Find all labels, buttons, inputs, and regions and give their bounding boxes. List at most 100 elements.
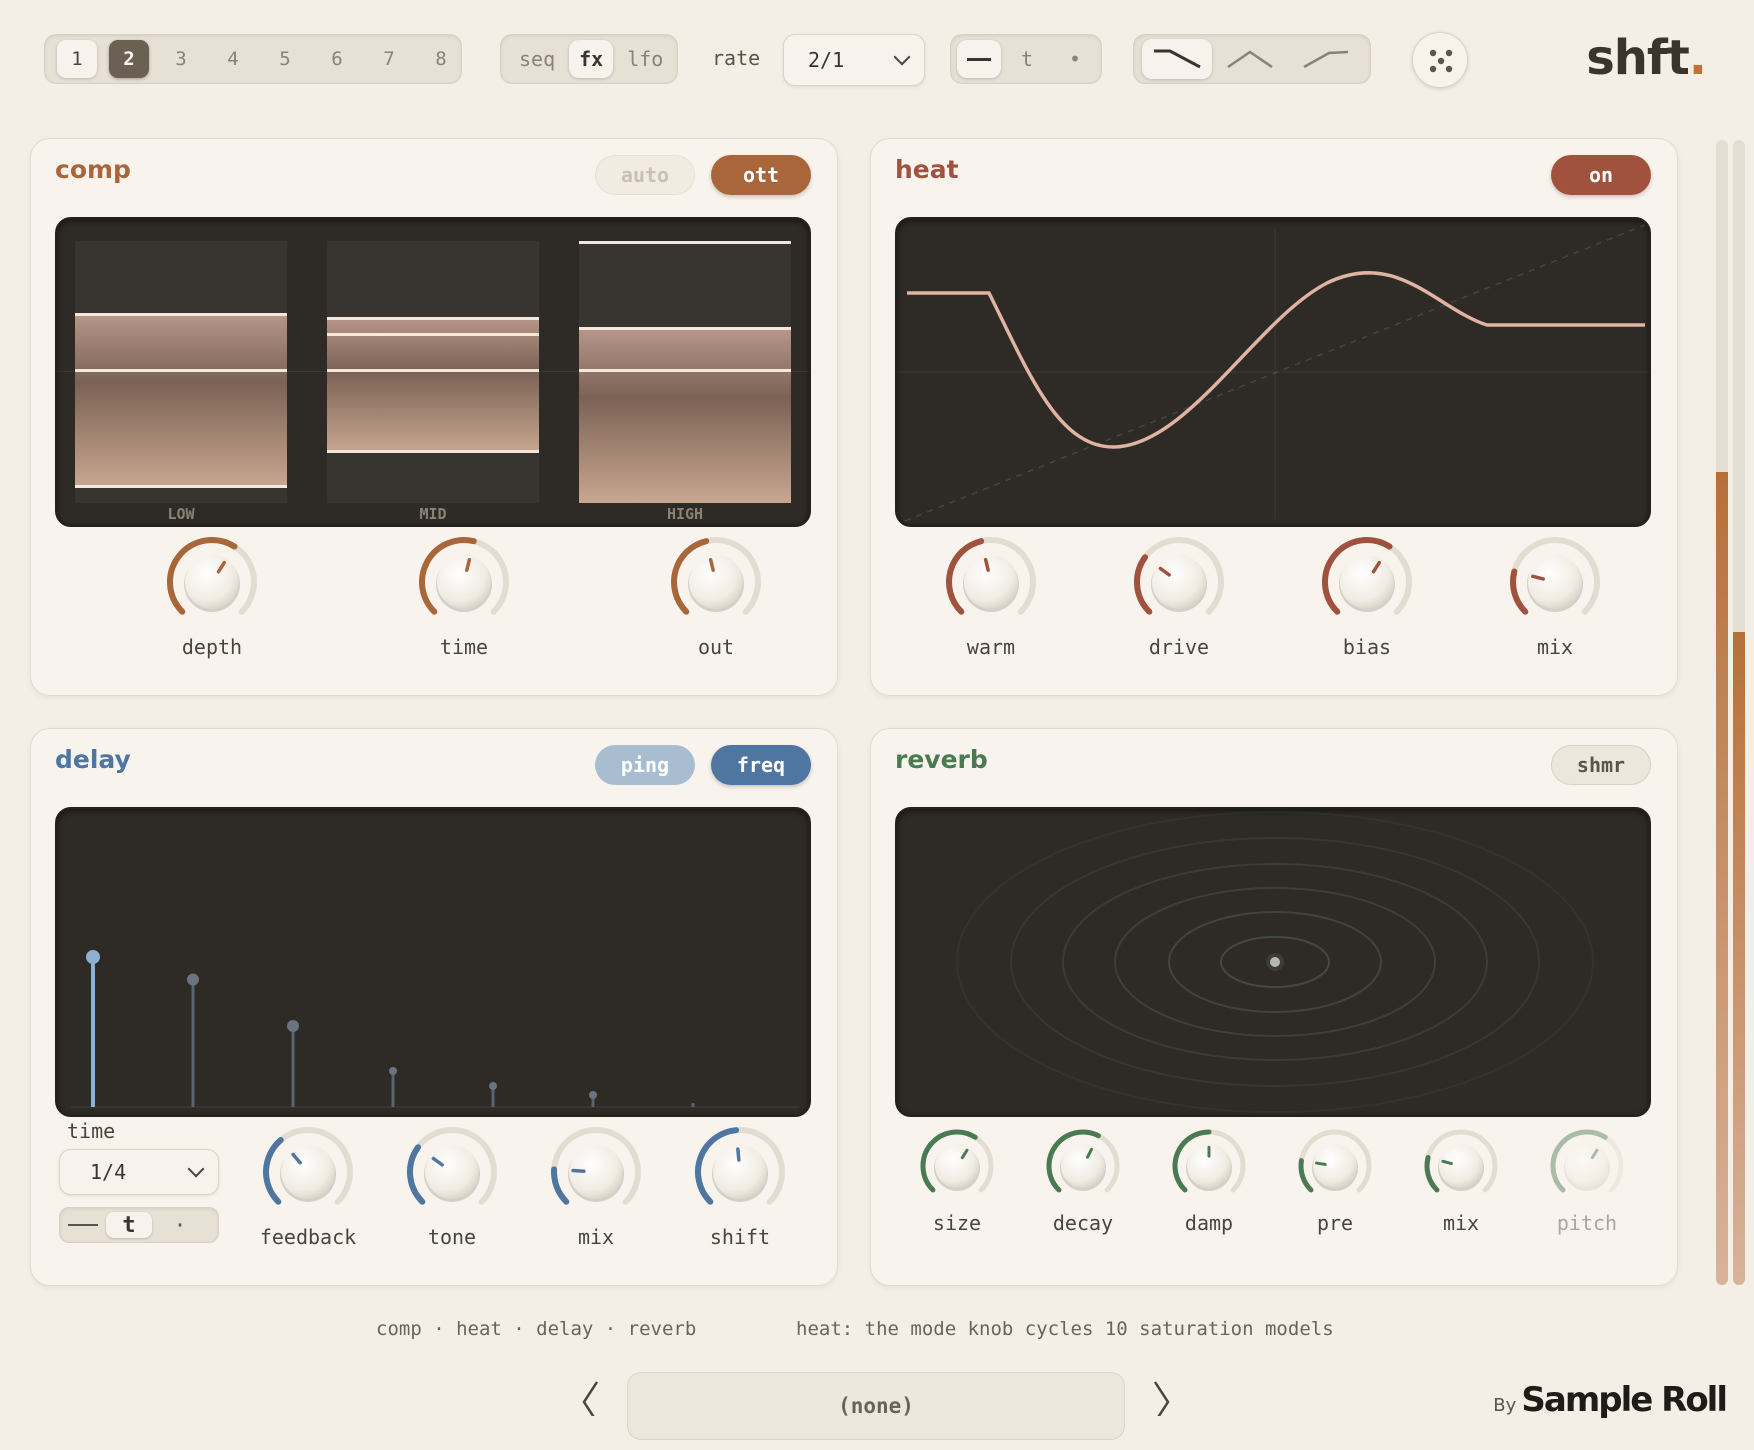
reverb-knob-damp[interactable]: damp (1154, 1127, 1264, 1235)
curve-ramp-down-button[interactable] (1142, 39, 1212, 79)
preset-button-8[interactable]: 8 (421, 40, 461, 78)
knob-label: pre (1316, 1211, 1354, 1235)
reverb-knob-mix[interactable]: mix (1406, 1127, 1516, 1235)
delay-tap-handle[interactable] (589, 1091, 597, 1099)
preset-button-1[interactable]: 1 (57, 40, 97, 78)
knob-label: feedback (259, 1225, 357, 1249)
reverb-shimmer-button[interactable]: shmr (1551, 745, 1651, 785)
curve-triangle-button[interactable] (1212, 39, 1288, 79)
knob-label: depth (181, 635, 243, 659)
heat-transfer-curve[interactable] (895, 217, 1651, 527)
reverb-knob-pre[interactable]: pre (1280, 1127, 1390, 1235)
reverb-knob-decay[interactable]: decay (1028, 1127, 1138, 1235)
dice-icon (1429, 49, 1453, 73)
heat-panel: heat on warm drive bias mix (870, 138, 1678, 696)
delay-tap-handle[interactable] (187, 973, 199, 986)
delay-panel: delay ping freq time 1/4 t · feedback to… (30, 728, 838, 1286)
preset-button-5[interactable]: 5 (265, 40, 305, 78)
delay-tap-handle[interactable] (489, 1082, 497, 1090)
knob-dial (167, 537, 257, 615)
reverb-panel: reverb shmr size decay damp pre mix pitc… (870, 728, 1678, 1286)
delay-tap-handle[interactable] (287, 1020, 299, 1032)
chevron-down-icon (187, 1160, 205, 1178)
knob-label: time (439, 635, 489, 659)
reverb-title: reverb (895, 745, 988, 774)
knob-dial (263, 1127, 353, 1205)
sync-triplet-button[interactable]: t (1005, 40, 1049, 78)
comp-band-display: LOW MID HIGH (55, 217, 811, 527)
delay-tap-display[interactable] (55, 807, 811, 1117)
knob-label: mix (577, 1225, 615, 1249)
preset-button-2[interactable]: 2 (109, 40, 149, 78)
mode-button-lfo[interactable]: lfo (617, 40, 673, 78)
delay-title: delay (55, 745, 131, 774)
knob-label: mix (1442, 1211, 1480, 1235)
logo-dot: . (1688, 30, 1707, 86)
delay-knob-feedback[interactable]: feedback (253, 1125, 363, 1249)
sync-free-button[interactable] (957, 40, 1001, 78)
randomize-button[interactable] (1412, 32, 1468, 88)
hint-text: heat: the mode knob cycles 10 saturation… (796, 1318, 1334, 1340)
preset-button-3[interactable]: 3 (161, 40, 201, 78)
reverb-knob-pitch[interactable]: pitch (1532, 1127, 1642, 1235)
mode-button-seq[interactable]: seq (509, 40, 565, 78)
band-low[interactable] (75, 241, 287, 503)
knob-dial (1322, 537, 1412, 615)
mode-button-fx[interactable]: fx (569, 40, 614, 78)
delay-time-dropdown[interactable]: 1/4 (59, 1149, 219, 1195)
reverb-knob-size[interactable]: size (902, 1127, 1012, 1235)
brand-name: Sample Roll (1521, 1380, 1728, 1420)
comp-panel: comp auto ott LOW MID HIGH depth time ou… (30, 138, 838, 696)
preset-button-4[interactable]: 4 (213, 40, 253, 78)
preset-name-display[interactable]: (none) (627, 1372, 1125, 1440)
knob-dial (1550, 1129, 1624, 1193)
delay-freq-button[interactable]: freq (711, 745, 811, 785)
delay-sync-free-button[interactable] (60, 1224, 106, 1226)
brand-mark: By Sample Roll (1493, 1380, 1728, 1420)
comp-knob-depth[interactable]: depth (157, 535, 267, 659)
ramp-down-icon (1154, 49, 1201, 69)
knob-label: bias (1342, 635, 1392, 659)
knob-dial (407, 1127, 497, 1205)
band-mid-label: MID (419, 505, 447, 523)
knob-dial (1424, 1129, 1498, 1193)
delay-time-value: 1/4 (90, 1160, 127, 1184)
previous-preset-icon[interactable] (580, 1380, 600, 1416)
knob-label: decay (1052, 1211, 1114, 1235)
heat-knob-warm[interactable]: warm (936, 535, 1046, 659)
knob-dial (946, 537, 1036, 615)
heat-knob-drive[interactable]: drive (1124, 535, 1234, 659)
knob-dial (1172, 1129, 1246, 1193)
band-high[interactable] (579, 241, 791, 503)
preset-button-6[interactable]: 6 (317, 40, 357, 78)
knob-dial (1298, 1129, 1372, 1193)
delay-taps-graph (71, 950, 799, 1108)
delay-sync-dotted-button[interactable]: · (152, 1213, 208, 1237)
heat-on-button[interactable]: on (1551, 155, 1651, 195)
knob-label: mix (1536, 635, 1574, 659)
delay-knob-shift[interactable]: shift (685, 1125, 795, 1249)
delay-tap-handle[interactable] (86, 950, 100, 964)
comp-auto-button[interactable]: auto (595, 155, 695, 195)
delay-sync-triplet-button[interactable]: t (106, 1212, 152, 1238)
knob-label: damp (1184, 1211, 1234, 1235)
comp-ott-button[interactable]: ott (711, 155, 811, 195)
sync-dotted-button[interactable]: • (1053, 40, 1097, 78)
delay-ping-button[interactable]: ping (595, 745, 695, 785)
heat-knob-mix[interactable]: mix (1500, 535, 1610, 659)
rate-dropdown[interactable]: 2/1 (783, 34, 925, 86)
comp-knob-time[interactable]: time (409, 535, 519, 659)
next-preset-icon[interactable] (1152, 1380, 1172, 1416)
knob-dial (1046, 1129, 1120, 1193)
comp-knob-out[interactable]: out (661, 535, 771, 659)
delay-knob-mix[interactable]: mix (541, 1125, 651, 1249)
delay-knob-tone[interactable]: tone (397, 1125, 507, 1249)
preset-button-7[interactable]: 7 (369, 40, 409, 78)
reverb-space-display[interactable] (895, 807, 1651, 1117)
delay-tap-handle[interactable] (389, 1067, 397, 1075)
curve-ramp-up-button[interactable] (1288, 39, 1364, 79)
band-mid[interactable] (327, 241, 539, 503)
preset-selector: 12345678 (44, 34, 462, 84)
heat-knob-bias[interactable]: bias (1312, 535, 1422, 659)
knob-label: drive (1148, 635, 1210, 659)
